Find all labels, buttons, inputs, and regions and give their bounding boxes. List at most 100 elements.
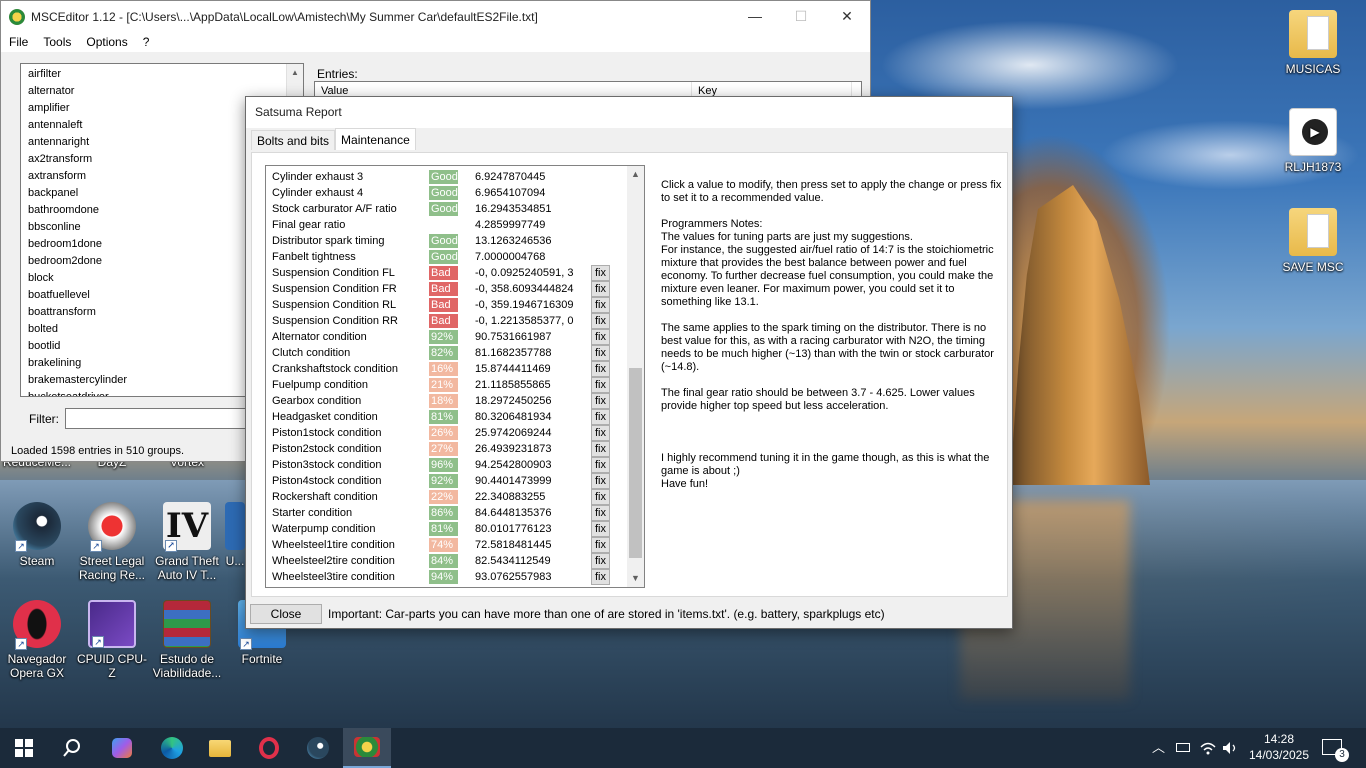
fix-button[interactable]: fix — [591, 377, 610, 393]
part-value[interactable]: 80.3206481934 — [475, 411, 577, 423]
part-value[interactable]: 90.7531661987 — [475, 331, 577, 343]
dialog-title[interactable]: Satsuma Report — [246, 97, 1012, 128]
shortcut-arrow-icon: ↗ — [15, 638, 27, 650]
menu-file[interactable]: File — [9, 35, 28, 49]
fix-button[interactable]: fix — [591, 425, 610, 441]
fix-button[interactable]: fix — [591, 489, 610, 505]
desktop-icon-rljh1873[interactable]: RLJH1873 — [1276, 108, 1350, 174]
part-name: Waterpump condition — [272, 523, 376, 535]
fix-button[interactable]: fix — [591, 361, 610, 377]
part-value[interactable]: 81.1682357788 — [475, 347, 577, 359]
tab-maintenance[interactable]: Maintenance — [335, 128, 416, 150]
status-badge: 18% — [429, 394, 458, 408]
notification-center-button[interactable]: 3 — [1322, 728, 1349, 768]
taskbar-clock[interactable]: 14:28 14/03/2025 — [1244, 731, 1314, 763]
scroll-up-icon[interactable]: ▲ — [627, 166, 644, 183]
part-value[interactable]: 6.9654107094 — [475, 187, 577, 199]
part-value[interactable]: 7.0000004768 — [475, 251, 577, 263]
minimize-button[interactable]: — — [732, 1, 778, 32]
part-value[interactable]: 21.1185855865 — [475, 379, 577, 391]
part-value[interactable]: 16.2943534851 — [475, 203, 577, 215]
taskbar-msceditor[interactable] — [343, 728, 391, 768]
list-scrollbar[interactable]: ▲ ▼ — [627, 166, 644, 587]
desktop-icon-estudo[interactable]: Estudo de Viabilidade... — [150, 600, 224, 680]
maintenance-row: Distributor spark timing Good 13.126324653… — [266, 234, 628, 250]
desktop-icon-partial[interactable]: U... — [225, 502, 245, 568]
fix-button[interactable]: fix — [591, 393, 610, 409]
fix-button[interactable]: fix — [591, 473, 610, 489]
fix-button[interactable]: fix — [591, 409, 610, 425]
part-value[interactable]: -0, 0.0925240591, 3 — [475, 267, 577, 279]
desktop-icon-save-msc[interactable]: SAVE MSC — [1276, 208, 1350, 274]
part-value[interactable]: 26.4939231873 — [475, 443, 577, 455]
part-value[interactable]: 25.9742069244 — [475, 427, 577, 439]
part-value[interactable]: 94.2542800903 — [475, 459, 577, 471]
desktop-icon-opera-gx[interactable]: ↗ Navegador Opera GX — [0, 600, 74, 680]
fix-button[interactable]: fix — [591, 537, 610, 553]
part-value[interactable]: 18.2972450256 — [475, 395, 577, 407]
desktop-icon-street-legal[interactable]: ↗ Street Legal Racing Re... — [75, 502, 149, 582]
part-value[interactable]: 93.0762557983 — [475, 571, 577, 583]
tab-bolts-and-bits[interactable]: Bolts and bits — [251, 130, 336, 150]
part-value[interactable]: 80.0101776123 — [475, 523, 577, 535]
maintenance-list[interactable]: ▲ ▼ Cylinder exhaust 3 Good 6.9247870445 Cy… — [265, 165, 645, 588]
msceditor-titlebar[interactable]: MSCEditor 1.12 - [C:\Users\...\AppData\L… — [1, 1, 870, 32]
part-value[interactable]: 72.5818481445 — [475, 539, 577, 551]
fix-button[interactable]: fix — [591, 521, 610, 537]
taskbar-file-explorer[interactable] — [196, 728, 244, 768]
menu-help[interactable]: ? — [143, 35, 150, 49]
fix-button[interactable]: fix — [591, 553, 610, 569]
scroll-thumb[interactable] — [629, 368, 642, 558]
part-value[interactable]: 13.1263246536 — [475, 235, 577, 247]
tray-volume-icon[interactable] — [1222, 728, 1240, 768]
desktop-icon-label: Navegador Opera GX — [7, 652, 67, 680]
part-value[interactable]: 90.4401473999 — [475, 475, 577, 487]
tray-overflow-chevron-icon[interactable]: ︿ — [1152, 728, 1165, 768]
menu-tools[interactable]: Tools — [43, 35, 71, 49]
group-list-item[interactable]: airfilter — [21, 66, 303, 83]
part-value[interactable]: 6.9247870445 — [475, 171, 577, 183]
taskbar-copilot[interactable] — [98, 728, 146, 768]
fix-button[interactable]: fix — [591, 265, 610, 281]
part-value[interactable]: 15.8744411469 — [475, 363, 577, 375]
desktop-icon-musicas[interactable]: MUSICAS — [1276, 10, 1350, 76]
fix-button[interactable]: fix — [591, 505, 610, 521]
fix-button[interactable]: fix — [591, 457, 610, 473]
close-window-button[interactable]: ✕ — [824, 1, 870, 32]
part-value[interactable]: -0, 1.2213585377, 0 — [475, 315, 577, 327]
desktop-icon-gta-iv[interactable]: IV ↗ Grand Theft Auto IV T... — [150, 502, 224, 582]
fix-button[interactable]: fix — [591, 297, 610, 313]
tray-wifi-icon[interactable] — [1200, 728, 1216, 768]
start-button[interactable] — [0, 728, 48, 768]
part-value[interactable]: 82.5434112549 — [475, 555, 577, 567]
part-value[interactable]: 84.6448135376 — [475, 507, 577, 519]
part-value[interactable]: -0, 358.6093444824 — [475, 283, 577, 295]
part-value[interactable]: 22.340883255 — [475, 491, 577, 503]
scroll-down-icon[interactable]: ▼ — [627, 570, 644, 587]
fix-button[interactable]: fix — [591, 441, 610, 457]
menu-options[interactable]: Options — [86, 35, 127, 49]
tray-battery-icon[interactable] — [1176, 728, 1190, 768]
desktop-icon-steam[interactable]: ↗ Steam — [0, 502, 74, 568]
wallpaper-rock — [1010, 185, 1150, 485]
part-value[interactable]: -0, 359.1946716309 — [475, 299, 577, 311]
close-button[interactable]: Close — [250, 604, 322, 624]
speaker-icon — [1223, 742, 1236, 754]
fix-button[interactable]: fix — [591, 569, 610, 585]
shortcut-arrow-icon: ↗ — [165, 540, 177, 552]
part-value[interactable]: 4.2859997749 — [475, 219, 577, 231]
taskbar-search-button[interactable] — [48, 728, 96, 768]
maximize-button[interactable]: ☐ — [778, 1, 824, 32]
fix-button[interactable]: fix — [591, 281, 610, 297]
filter-input[interactable] — [65, 408, 251, 429]
taskbar-opera-gx[interactable] — [245, 728, 293, 768]
fix-button[interactable]: fix — [591, 329, 610, 345]
maintenance-row: Alternator condition 92% 90.7531661987 fix — [266, 329, 628, 346]
taskbar-edge[interactable] — [148, 728, 196, 768]
scroll-up-icon[interactable]: ▲ — [287, 64, 303, 81]
taskbar-steam[interactable] — [294, 728, 342, 768]
menubar: File Tools Options ? — [1, 32, 870, 52]
desktop-icon-cpuz[interactable]: ↗ CPUID CPU-Z — [75, 600, 149, 680]
fix-button[interactable]: fix — [591, 345, 610, 361]
fix-button[interactable]: fix — [591, 313, 610, 329]
